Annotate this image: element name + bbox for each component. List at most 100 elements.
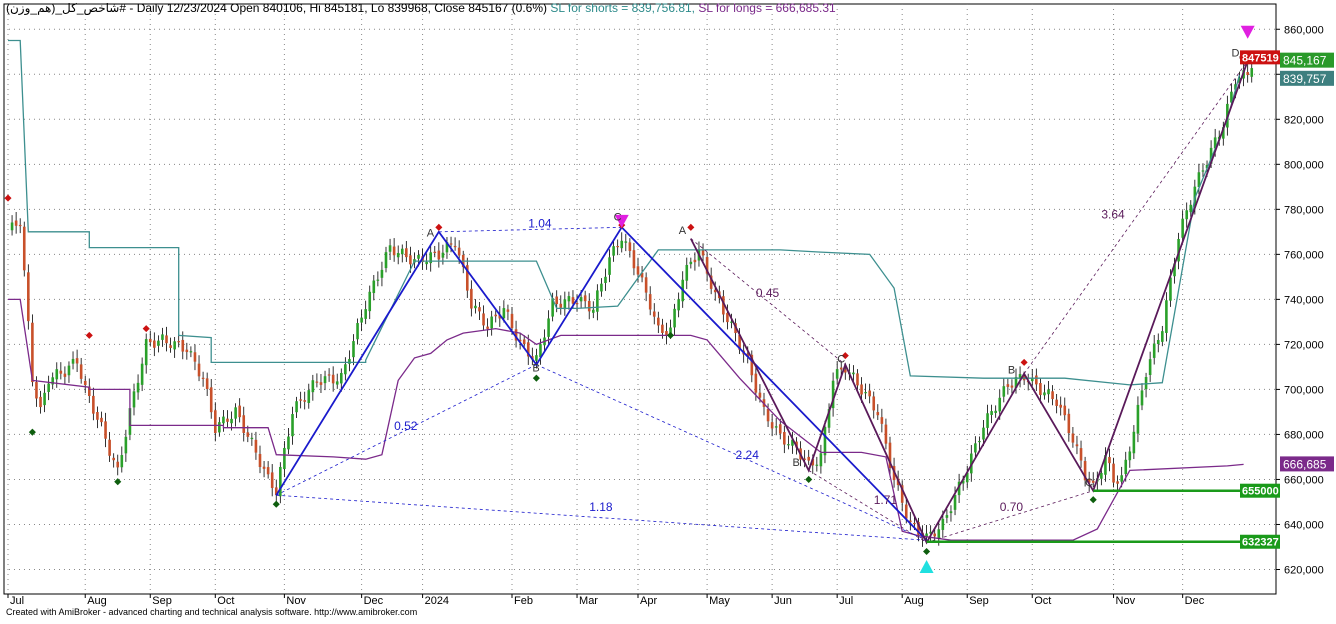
candle-body [279,466,282,497]
candle-body [1075,444,1079,447]
candle-body [449,243,453,245]
x-tick-label: Sep [969,595,989,607]
candle-body [92,395,95,414]
candle-body [522,339,526,345]
candle-body [555,296,559,305]
candle-body [604,276,607,283]
pivot-high-marker [85,331,93,339]
candle-body [136,382,140,393]
candle-body [1148,359,1152,375]
candle-body [405,248,408,258]
pivot-low-marker [272,500,280,508]
candle-body [270,472,274,488]
y-tick-label: 820,000 [1284,114,1324,126]
header-sl-shorts: SL for shorts = 839,756.81, [550,1,696,15]
pattern-point-label: A [427,227,435,239]
x-tick-label: Aug [904,595,924,607]
candle-body [913,522,916,525]
candle-body [1140,390,1144,406]
candle-body [1201,170,1205,172]
y-tick-label: 740,000 [1284,294,1324,306]
pivot-high-marker [142,325,150,333]
candle-body [75,358,79,364]
pivot-low-marker [923,547,931,556]
candle-body [291,414,294,437]
candle-body [331,374,335,384]
candle-body [490,316,493,329]
candle-body [140,363,144,385]
candle-body [648,294,652,310]
pattern-ratio-label: 2.24 [736,448,760,462]
candle-body [47,383,50,392]
y-tick-label: 700,000 [1284,384,1324,396]
candle-body [1161,331,1164,342]
candle-body [400,248,404,255]
candle-body [287,436,290,450]
candle-body [591,309,595,313]
candle-body [35,382,38,399]
candle-body [685,264,689,281]
candle-body [600,283,603,292]
pivot-high-marker [435,223,443,231]
candle-body [425,261,428,265]
pattern-ratio-label: 1.04 [528,216,552,230]
candle-body [222,416,225,424]
candle-body [148,338,152,343]
candle-body [856,373,859,386]
candle-body [433,251,437,253]
pattern-point-label: B [532,362,539,374]
candle-body [1006,384,1010,387]
candle-body [949,511,953,514]
pattern-purple-dotted [690,238,846,365]
chart: شاخص_کل_(هم_وزن)# - Daily 12/23/2024 Ope… [0,0,1336,619]
candle-body [860,384,863,395]
candle-body [234,407,237,419]
sl-shorts-line [8,39,1241,386]
candle-body [71,358,75,364]
candle-body [1136,404,1140,434]
candle-body [63,373,67,377]
candle-body [209,387,213,413]
candle-body [79,364,83,379]
candle-body [132,391,136,408]
x-tick-label: Nov [286,595,306,607]
candle-body [1010,385,1014,388]
y-tick-label: 660,000 [1284,474,1324,486]
candle-body [787,444,790,446]
candle-body [144,339,148,366]
candle-body [161,334,164,340]
candle-body [1246,72,1249,76]
pivot-low-marker [1089,496,1097,504]
candle-body [624,241,628,243]
candle-body [335,381,339,385]
price-plot[interactable]: 620,000 640,000 660,000 680,000 700,000 720,0… [0,0,1336,619]
candle-body [596,290,599,312]
pivot-low-marker [666,331,675,339]
candle-body [116,461,120,468]
pattern-ratio-label: 0.52 [394,419,418,433]
candle-body [864,392,867,394]
x-tick-label: Mar [579,595,598,607]
candle-body [197,363,201,377]
pivot-high-marker [687,223,695,231]
candle-body [880,417,884,424]
sl-longs-line [8,298,1244,541]
candle-body [470,288,473,309]
candle-body [392,246,396,256]
candle-body [482,313,485,326]
candle-body [644,277,648,293]
candle-body [250,437,254,440]
candle-body [441,252,445,258]
candle-body [254,439,258,453]
footer-credit: Created with AmiBroker - advanced charti… [6,607,418,617]
candle-body [177,341,181,343]
candle-body [815,464,819,466]
y-tick-label: 640,000 [1284,519,1324,531]
candle-body [612,246,615,256]
candle-body [1043,392,1046,396]
x-tick-label: Oct [1034,595,1051,607]
header-sl-longs: SL for longs = 666,685.31 [698,1,836,15]
y-tick-label: 620,000 [1284,564,1324,576]
candle-body [758,392,762,398]
candle-body [238,405,241,418]
